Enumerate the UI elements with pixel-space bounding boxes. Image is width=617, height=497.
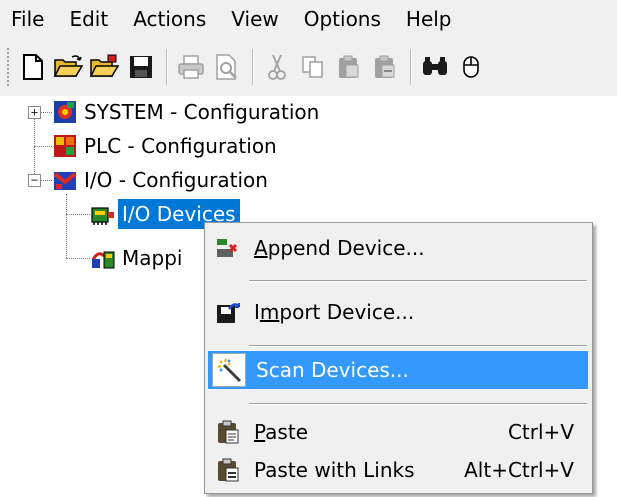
cut-icon[interactable] — [260, 48, 294, 86]
shortcut-text: Ctrl+V — [507, 420, 574, 444]
tree-node-label: I/O - Configuration — [84, 168, 268, 192]
menu-file[interactable]: File — [0, 0, 55, 38]
scan-wand-icon — [212, 353, 246, 387]
collapse-toggle[interactable]: − — [28, 174, 41, 187]
menu-help[interactable]: Help — [392, 0, 463, 38]
mappings-icon — [90, 245, 116, 271]
paste-links-icon[interactable] — [368, 48, 402, 86]
tree-node-label: PLC - Configuration — [84, 134, 277, 158]
tree-connector — [66, 214, 90, 215]
open-project-icon[interactable] — [88, 48, 122, 86]
tree-node-plc[interactable]: PLC - Configuration — [52, 130, 281, 162]
menu-separator — [249, 403, 587, 405]
toolbar-grip[interactable] — [6, 47, 10, 87]
menu-item-label: Import Device... — [254, 300, 415, 324]
print-icon[interactable] — [174, 48, 208, 86]
expand-toggle[interactable]: + — [28, 106, 41, 119]
io-config-icon — [52, 167, 78, 193]
tree-connector — [66, 194, 67, 258]
menu-item-label: Paste — [254, 420, 308, 444]
paste-icon[interactable] — [332, 48, 366, 86]
paste-icon — [212, 416, 244, 448]
menu-item-import-device[interactable]: Import Device... — [208, 293, 588, 331]
menu-item-scan-devices[interactable]: Scan Devices... — [208, 351, 588, 389]
copy-icon[interactable] — [296, 48, 330, 86]
toolbar-separator — [166, 49, 168, 85]
tree-node-label: Mappi — [122, 246, 183, 270]
menu-item-label: Append Device... — [254, 236, 425, 260]
accelerator-key: A — [254, 236, 268, 260]
tree-node-io[interactable]: I/O - Configuration — [52, 164, 272, 196]
find-icon[interactable] — [418, 48, 452, 86]
tree-node-system[interactable]: SYSTEM - Configuration — [52, 96, 323, 128]
save-icon[interactable] — [124, 48, 158, 86]
shortcut-text: Alt+Ctrl+V — [464, 458, 574, 482]
paste-links-icon — [212, 454, 244, 486]
label-text: ppend Device... — [267, 236, 425, 260]
open-folder-icon[interactable] — [52, 48, 86, 86]
append-device-icon — [212, 232, 244, 264]
accelerator-key: m — [259, 300, 280, 324]
toolbar — [0, 38, 617, 96]
toolbar-separator — [410, 49, 412, 85]
new-file-icon[interactable] — [16, 48, 50, 86]
context-menu: Append Device... Import Device... Scan D… — [204, 222, 593, 494]
tree-connector — [34, 146, 52, 147]
menu-item-label: Paste with Links — [254, 458, 415, 482]
menu-options[interactable]: Options — [290, 0, 392, 38]
menu-edit[interactable]: Edit — [55, 0, 119, 38]
tree-connector — [40, 112, 52, 113]
menu-item-paste-with-links[interactable]: Paste with Links Alt+Ctrl+V — [208, 451, 588, 489]
import-device-icon — [212, 296, 244, 328]
menu-separator — [249, 280, 587, 282]
system-config-icon — [52, 99, 78, 125]
io-devices-icon — [90, 201, 116, 227]
menu-item-paste[interactable]: Paste Ctrl+V — [208, 413, 588, 451]
tree-connector — [40, 180, 52, 181]
menu-view[interactable]: View — [217, 0, 289, 38]
menu-bar: File Edit Actions View Options Help — [0, 0, 617, 38]
plc-config-icon — [52, 133, 78, 159]
menu-item-label: Scan Devices... — [256, 358, 409, 382]
mouse-icon[interactable] — [454, 48, 488, 86]
tree-node-mappings[interactable]: Mappi — [90, 242, 186, 274]
menu-separator — [249, 345, 587, 347]
menu-item-append-device[interactable]: Append Device... — [208, 229, 588, 267]
label-text: aste — [265, 420, 308, 444]
tree-connector — [66, 258, 90, 259]
print-preview-icon[interactable] — [210, 48, 244, 86]
accelerator-key: P — [254, 420, 266, 444]
menu-actions[interactable]: Actions — [119, 0, 217, 38]
label-text: port Device... — [279, 300, 415, 324]
toolbar-separator — [252, 49, 254, 85]
tree-node-label: SYSTEM - Configuration — [84, 100, 320, 124]
